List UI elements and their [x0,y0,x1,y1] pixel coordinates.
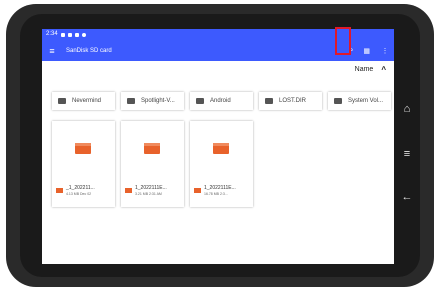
folder-label: System Vol... [348,98,384,104]
video-thumbnail-icon [213,143,229,154]
file-card[interactable]: 1_2022111E... 3.21 MB 2:31 AM [121,121,184,207]
video-file-icon [194,188,201,193]
video-file-icon [56,188,63,193]
folder-icon [334,98,342,104]
folder-list: Nevermind Spotlight-V... Android LOST.DI… [52,92,391,110]
highlight-box [335,27,351,55]
app-bar-actions: ⌕ ▦ ⋮ [349,40,390,61]
recents-icon[interactable]: ≡ [397,145,417,163]
back-icon[interactable]: ← [397,188,417,206]
grid-view-icon[interactable]: ▦ [363,47,370,55]
home-icon[interactable]: ⌂ [397,100,417,118]
folder-icon [58,98,66,104]
file-meta: 4.13 MB Dec 02 [66,192,92,196]
file-card[interactable]: 1_2022111E... 16.78 MB 2:3... [190,121,253,207]
menu-icon[interactable]: ≡ [42,46,62,56]
file-meta: 3.21 MB 2:31 AM [135,192,162,196]
sort-direction-icon[interactable]: ^ [381,65,386,74]
file-meta: 16.78 MB 2:3... [204,192,228,196]
file-name: 1_2022111E... [204,185,236,191]
notification-icon [67,32,72,37]
sort-label[interactable]: Name [355,66,374,73]
file-name: _1_202211... [66,185,95,191]
folder-label: Android [210,98,231,104]
folder-icon [127,98,135,104]
folder-label: LOST.DIR [279,98,307,104]
folder-item[interactable]: Nevermind [52,92,115,110]
screen: 2:34 ≡ SanDisk SD card ⌕ ▦ ⋮ Name ^ Neve… [42,29,394,264]
folder-item[interactable]: System Vol... [328,92,391,110]
folder-item[interactable]: Android [190,92,253,110]
notification-icon [74,32,79,37]
file-card[interactable]: _1_202211... 4.13 MB Dec 02 [52,121,115,207]
more-vert-icon: ⋮ [381,47,389,55]
notification-icon [81,32,86,37]
file-name: 1_2022111E... [135,185,167,191]
video-file-icon [125,188,132,193]
folder-label: Spotlight-V... [141,98,175,104]
more-options-button[interactable]: ⋮ [380,40,390,61]
folder-label: Nevermind [72,98,102,104]
page-title: SanDisk SD card [66,47,112,54]
sort-bar: Name ^ [42,61,394,77]
status-time: 2:34 [46,31,58,37]
folder-icon [265,98,273,104]
folder-icon [196,98,204,104]
video-thumbnail-icon [144,143,160,154]
video-thumbnail-icon [75,143,91,154]
hardware-nav: ⌂ ≡ ← [397,100,417,210]
file-grid: _1_202211... 4.13 MB Dec 02 1_2022111E..… [52,121,253,207]
folder-item[interactable]: LOST.DIR [259,92,322,110]
notification-icon [60,32,65,37]
folder-item[interactable]: Spotlight-V... [121,92,184,110]
